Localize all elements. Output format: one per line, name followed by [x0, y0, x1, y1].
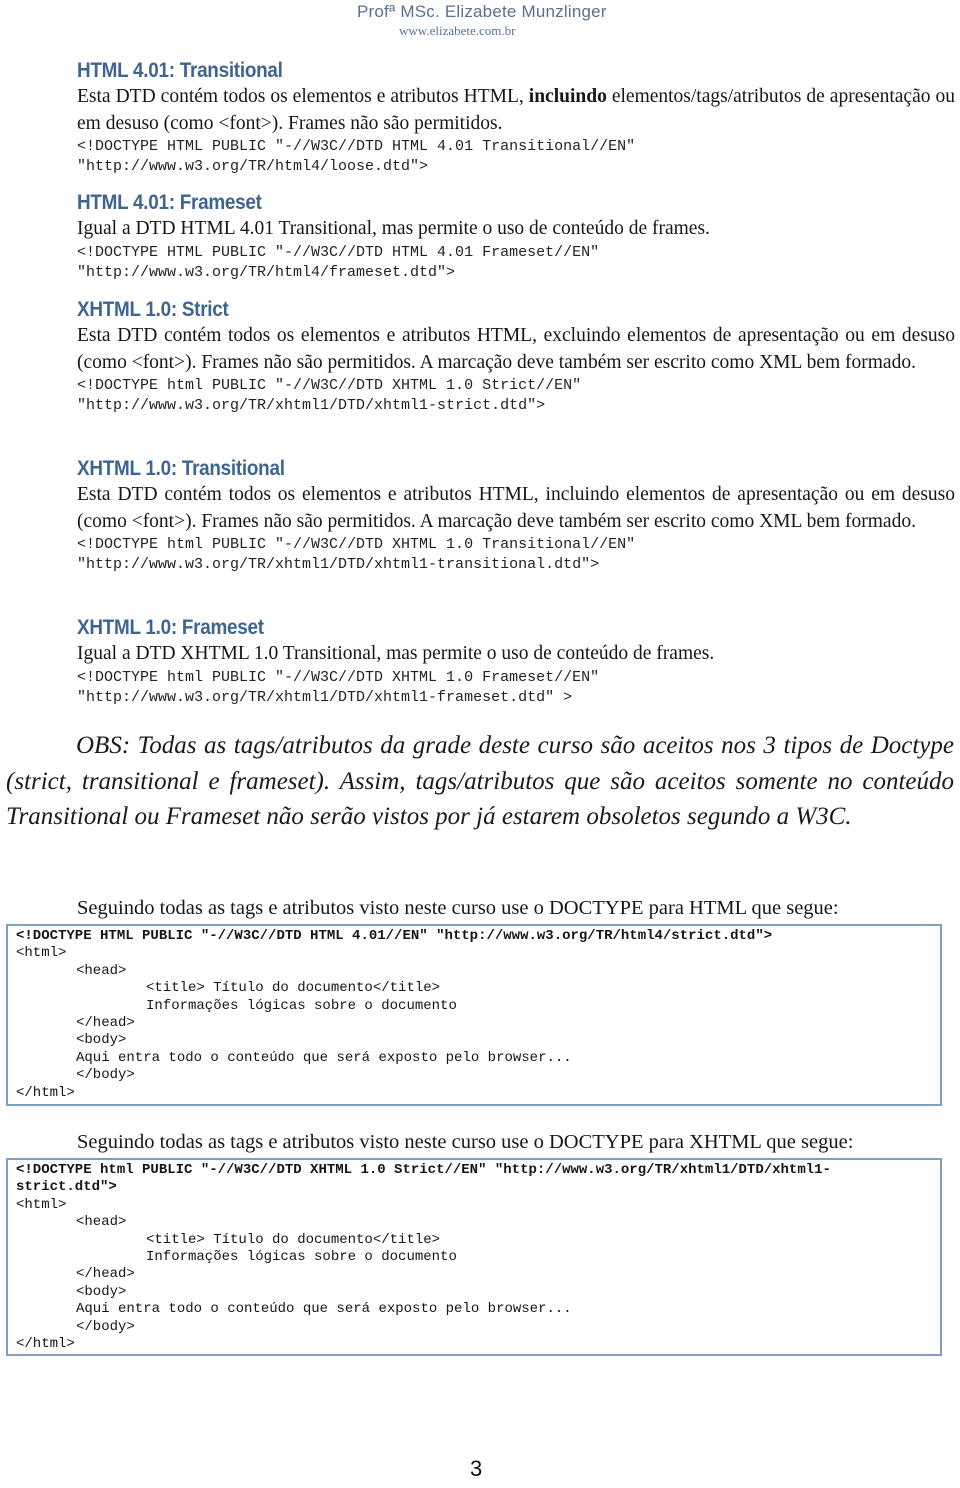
section-description: Esta DTD contém todos os elementos e atr… — [77, 84, 955, 137]
doctype-code: <!DOCTYPE html PUBLIC "-//W3C//DTD XHTML… — [77, 668, 955, 708]
section-html401-transitional: HTML 4.01: Transitional Esta DTD contém … — [77, 58, 955, 177]
section-title: XHTML 1.0: Strict — [77, 298, 229, 321]
doctype-code: <!DOCTYPE html PUBLIC "-//W3C//DTD XHTML… — [77, 376, 955, 416]
html-example-intro: Seguindo todas as tags e atributos visto… — [77, 897, 839, 919]
code-info: Informações lógicas sobre o documento — [146, 1249, 457, 1266]
obs-note: OBS: Todas as tags/atributos da grade de… — [6, 732, 954, 830]
section-description: Igual a DTD XHTML 1.0 Transitional, mas … — [77, 643, 715, 664]
code-html-close: </html> — [16, 1084, 75, 1101]
code-html-open: <html> — [16, 1196, 67, 1213]
section-xhtml10-strict: XHTML 1.0: Strict Esta DTD contém todos … — [77, 297, 955, 416]
code-body-content: Aqui entra todo o conteúdo que será expo… — [76, 1301, 572, 1318]
code-body-close: </body> — [76, 1067, 135, 1084]
description-bold: incluindo — [528, 86, 607, 107]
code-line: <!DOCTYPE HTML PUBLIC "-//W3C//DTD HTML … — [77, 243, 600, 261]
section-description: Igual a DTD HTML 4.01 Transitional, mas … — [77, 218, 710, 239]
author-name: Profª MSc. Elizabete Munzlinger — [357, 2, 607, 21]
code-doctype-continued: strict.dtd"> — [16, 1179, 117, 1196]
doctype-code: <!DOCTYPE HTML PUBLIC "-//W3C//DTD HTML … — [77, 137, 955, 177]
description-text: Esta DTD contém todos os elementos e atr… — [77, 86, 529, 107]
code-line: <!DOCTYPE html PUBLIC "-//W3C//DTD XHTML… — [77, 536, 636, 553]
page-header: Profª MSc. Elizabete Munzlinger www.eliz… — [357, 2, 957, 39]
doctype-code: <!DOCTYPE html PUBLIC "-//W3C//DTD XHTML… — [77, 535, 955, 575]
code-line: "http://www.w3.org/TR/xhtml1/DTD/xhtml1-… — [77, 397, 546, 414]
code-head-close: </head> — [76, 1015, 135, 1032]
code-doctype: <!DOCTYPE HTML PUBLIC "-//W3C//DTD HTML … — [16, 928, 773, 944]
section-description: Esta DTD contém todos os elementos e atr… — [77, 325, 955, 373]
section-xhtml10-frameset: XHTML 1.0: Frameset Igual a DTD XHTML 1.… — [77, 615, 955, 708]
code-body-close: </body> — [76, 1318, 135, 1335]
code-line: <!DOCTYPE HTML PUBLIC "-//W3C//DTD HTML … — [77, 138, 636, 155]
author-website: www.elizabete.com.br — [399, 23, 516, 38]
xhtml-example-intro: Seguindo todas as tags e atributos visto… — [77, 1131, 854, 1153]
code-html-close: </html> — [16, 1336, 75, 1353]
code-line: "http://www.w3.org/TR/xhtml1/DTD/xhtml1-… — [77, 556, 600, 573]
xhtml-example-codebox: <!DOCTYPE html PUBLIC "-//W3C//DTD XHTML… — [6, 1158, 942, 1356]
code-line: <!DOCTYPE html PUBLIC "-//W3C//DTD XHTML… — [77, 668, 600, 686]
code-body-open: <body> — [76, 1283, 127, 1300]
code-line: "http://www.w3.org/TR/html4/loose.dtd"> — [77, 158, 429, 175]
code-line: "http://www.w3.org/TR/html4/frameset.dtd… — [77, 263, 456, 281]
code-head-close: </head> — [76, 1266, 135, 1283]
code-body-content: Aqui entra todo o conteúdo que será expo… — [76, 1049, 572, 1066]
section-title: HTML 4.01: Frameset — [77, 191, 262, 214]
section-title: HTML 4.01: Transitional — [77, 59, 283, 82]
code-title: <title> Título do documento</title> — [146, 980, 441, 997]
page-number: 3 — [470, 1456, 483, 1481]
code-head-open: <head> — [76, 962, 127, 979]
section-description: Esta DTD contém todos os elementos e atr… — [77, 484, 955, 532]
html-example-codebox: <!DOCTYPE HTML PUBLIC "-//W3C//DTD HTML … — [6, 924, 942, 1106]
section-xhtml10-transitional: XHTML 1.0: Transitional Esta DTD contém … — [77, 456, 955, 575]
code-doctype: <!DOCTYPE html PUBLIC "-//W3C//DTD XHTML… — [16, 1162, 831, 1178]
code-html-open: <html> — [16, 945, 67, 962]
section-title: XHTML 1.0: Transitional — [77, 457, 285, 480]
code-body-open: <body> — [76, 1032, 127, 1049]
section-html401-frameset: HTML 4.01: Frameset Igual a DTD HTML 4.0… — [77, 190, 955, 283]
section-title: XHTML 1.0: Frameset — [77, 616, 264, 639]
code-head-open: <head> — [76, 1214, 127, 1231]
code-line: "http://www.w3.org/TR/xhtml1/DTD/xhtml1-… — [77, 688, 573, 706]
doctype-code: <!DOCTYPE HTML PUBLIC "-//W3C//DTD HTML … — [77, 243, 955, 283]
code-title: <title> Título do documento</title> — [146, 1231, 441, 1248]
code-line: <!DOCTYPE html PUBLIC "-//W3C//DTD XHTML… — [77, 377, 582, 394]
code-info: Informações lógicas sobre o documento — [146, 997, 457, 1014]
